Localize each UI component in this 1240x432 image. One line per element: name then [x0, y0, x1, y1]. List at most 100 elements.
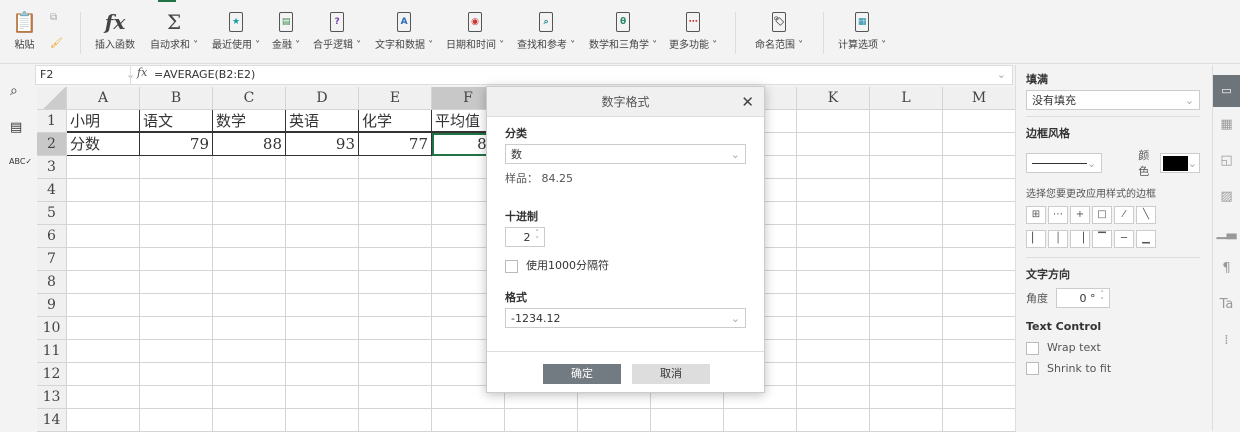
decimal-stepper[interactable]: 2 ˄ ˅ [505, 227, 545, 247]
cell-E6[interactable] [359, 225, 432, 248]
row-header-13[interactable]: 13 [37, 386, 67, 409]
angle-stepper[interactable]: 0 ° ˄ ˅ [1056, 288, 1110, 308]
column-header-E[interactable]: E [359, 87, 432, 110]
cancel-button[interactable]: 取消 [632, 364, 710, 384]
cell-B3[interactable] [140, 156, 213, 179]
ribbon-item-11[interactable]: 🏷 命名范围 ˅ [755, 8, 803, 51]
format-select[interactable]: -1234.12 ⌄ [505, 308, 746, 328]
left-border-icon[interactable]: ▏ [1026, 230, 1046, 248]
cell-A6[interactable] [67, 225, 140, 248]
cell-A5[interactable] [67, 202, 140, 225]
ribbon-item-3[interactable]: ★ 最近使用 ˅ [212, 8, 260, 51]
cell-L13[interactable] [870, 386, 943, 409]
inner-borders-icon[interactable]: ⋯ [1048, 206, 1068, 224]
close-icon[interactable]: ✕ [741, 87, 754, 117]
cell-E10[interactable] [359, 317, 432, 340]
cell-L7[interactable] [870, 248, 943, 271]
row-header-5[interactable]: 5 [37, 202, 67, 225]
cell-B9[interactable] [140, 294, 213, 317]
cell-E3[interactable] [359, 156, 432, 179]
cell-K7[interactable] [797, 248, 870, 271]
ribbon-item-5[interactable]: ? 合乎逻辑 ˅ [313, 8, 361, 51]
cell-A3[interactable] [67, 156, 140, 179]
cell-C12[interactable] [213, 363, 286, 386]
cell-M11[interactable] [943, 340, 1016, 363]
paragraph-tab-icon[interactable]: ¶ [1213, 251, 1240, 287]
ribbon-item-6[interactable]: A 文字和数据 ˅ [375, 8, 433, 51]
diagonal-down-icon[interactable]: ╲ [1136, 206, 1156, 224]
cell-C13[interactable] [213, 386, 286, 409]
chart-tab-icon[interactable]: ▁▃ [1213, 215, 1240, 251]
row-header-10[interactable]: 10 [37, 317, 67, 340]
cell-D8[interactable] [286, 271, 359, 294]
top-border-icon[interactable]: ▔ [1092, 230, 1112, 248]
cell-M12[interactable] [943, 363, 1016, 386]
paste-button[interactable]: 📋 粘贴 [12, 8, 37, 51]
row-header-8[interactable]: 8 [37, 271, 67, 294]
copy-icon[interactable]: ⧉ [50, 12, 57, 23]
cell-B11[interactable] [140, 340, 213, 363]
cell-K14[interactable] [797, 409, 870, 432]
row-header-11[interactable]: 11 [37, 340, 67, 363]
cell-L2[interactable] [870, 133, 943, 156]
row-header-6[interactable]: 6 [37, 225, 67, 248]
cell-A4[interactable] [67, 179, 140, 202]
cell-E12[interactable] [359, 363, 432, 386]
cell-B8[interactable] [140, 271, 213, 294]
cell-L14[interactable] [870, 409, 943, 432]
cell-B10[interactable] [140, 317, 213, 340]
cell-D10[interactable] [286, 317, 359, 340]
ribbon-item-4[interactable]: ▤ 金融 ˅ [272, 8, 300, 51]
cell-M7[interactable] [943, 248, 1016, 271]
cell-format-tab-icon[interactable]: ▭ [1213, 75, 1240, 107]
cell-C4[interactable] [213, 179, 286, 202]
cell-M13[interactable] [943, 386, 1016, 409]
cell-A11[interactable] [67, 340, 140, 363]
cell-E13[interactable] [359, 386, 432, 409]
column-header-B[interactable]: B [140, 87, 213, 110]
cell-K13[interactable] [797, 386, 870, 409]
cell-B7[interactable] [140, 248, 213, 271]
cell-C5[interactable] [213, 202, 286, 225]
cell-M5[interactable] [943, 202, 1016, 225]
cell-A14[interactable] [67, 409, 140, 432]
format-painter-icon[interactable]: 🖌 [50, 38, 63, 49]
cell-L9[interactable] [870, 294, 943, 317]
cell-M3[interactable] [943, 156, 1016, 179]
cell-A13[interactable] [67, 386, 140, 409]
cell-A1[interactable]: 小明 [67, 110, 140, 133]
row-header-12[interactable]: 12 [37, 363, 67, 386]
cell-M14[interactable] [943, 409, 1016, 432]
ribbon-item-9[interactable]: θ 数学和三角学 ˅ [589, 8, 657, 51]
shape-tab-icon[interactable]: ◱ [1213, 143, 1240, 179]
comment-icon[interactable]: ▤ [10, 120, 22, 135]
image-tab-icon[interactable]: ▨ [1213, 179, 1240, 215]
horizontal-center-border-icon[interactable]: ─ [1114, 230, 1134, 248]
cell-E4[interactable] [359, 179, 432, 202]
ribbon-item-8[interactable]: ⌕ 查找和参考 ˅ [517, 8, 575, 51]
column-header-D[interactable]: D [286, 87, 359, 110]
name-box[interactable]: F2 [40, 68, 53, 81]
select-all-corner[interactable] [37, 87, 67, 110]
cell-K11[interactable] [797, 340, 870, 363]
cell-A8[interactable] [67, 271, 140, 294]
settings-tab-icon[interactable]: ⁞ [1213, 323, 1240, 359]
cell-D1[interactable]: 英语 [286, 110, 359, 133]
cell-D12[interactable] [286, 363, 359, 386]
cell-C8[interactable] [213, 271, 286, 294]
cell-K1[interactable] [797, 110, 870, 133]
row-header-4[interactable]: 4 [37, 179, 67, 202]
cell-L4[interactable] [870, 179, 943, 202]
cell-M8[interactable] [943, 271, 1016, 294]
outer-border-icon[interactable]: □ [1092, 206, 1112, 224]
cell-K5[interactable] [797, 202, 870, 225]
cell-E9[interactable] [359, 294, 432, 317]
row-header-3[interactable]: 3 [37, 156, 67, 179]
border-line-select[interactable]: ⌄ [1026, 153, 1103, 173]
cell-K12[interactable] [797, 363, 870, 386]
cell-K9[interactable] [797, 294, 870, 317]
cell-E7[interactable] [359, 248, 432, 271]
cell-D5[interactable] [286, 202, 359, 225]
row-header-9[interactable]: 9 [37, 294, 67, 317]
search-icon[interactable]: ⌕ [10, 83, 18, 99]
